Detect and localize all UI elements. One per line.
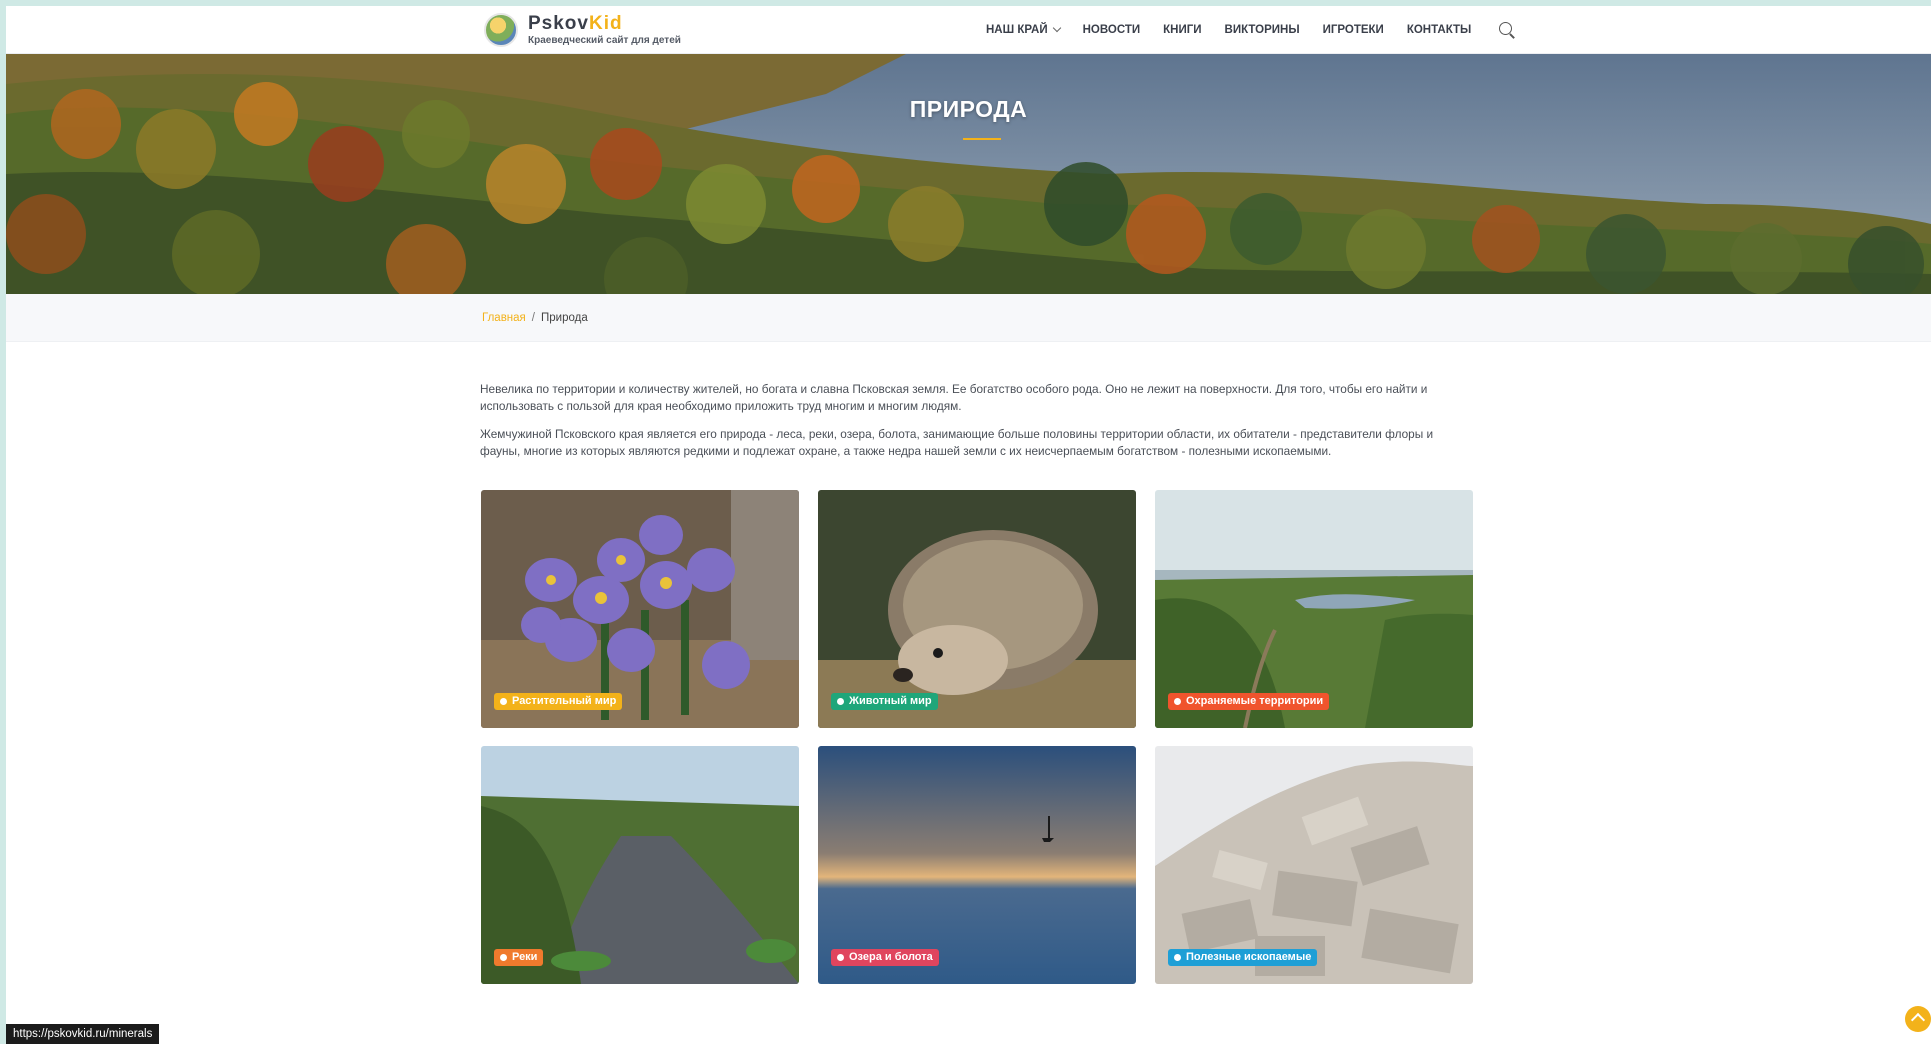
logo-name-part2: Kid <box>588 13 623 34</box>
breadcrumb-home-link[interactable]: Главная <box>482 312 526 324</box>
chevron-down-icon <box>1052 23 1061 33</box>
page: PskovKid Краеведческий сайт для детей НА… <box>6 6 1931 1044</box>
category-badge-rivers: Реки <box>494 949 544 966</box>
hero-banner: ПРИРОДА <box>6 54 1931 294</box>
intro-text: Невелика по территории и количеству жите… <box>480 381 1476 471</box>
main-nav: НАШ КРАЙ НОВОСТИ КНИГИ ВИКТОРИНЫ ИГРОТЕК… <box>986 6 1516 54</box>
category-badge-animals: Животный мир <box>831 693 938 710</box>
intro-paragraph-1: Невелика по территории и количеству жите… <box>480 382 1428 413</box>
breadcrumb-current: Природа <box>540 312 588 324</box>
nav-item-books[interactable]: КНИГИ <box>1163 24 1201 36</box>
breadcrumb-bar: Главная / Природа <box>6 294 1931 342</box>
card-protected-areas[interactable]: Охраняемые территории <box>1155 490 1473 728</box>
card-minerals[interactable]: Полезные ископаемые <box>1155 746 1473 984</box>
site-header: PskovKid Краеведческий сайт для детей НА… <box>6 6 1931 54</box>
logo-name-part1: Pskov <box>528 13 589 34</box>
title-underline <box>963 138 1001 140</box>
nav-item-contacts[interactable]: КОНТАКТЫ <box>1407 24 1471 36</box>
nav-item-games[interactable]: ИГРОТЕКИ <box>1323 24 1384 36</box>
hero-forest-image <box>6 54 1931 294</box>
status-bar-url: https://pskovkid.ru/minerals <box>6 1024 160 1044</box>
search-icon[interactable] <box>1498 21 1516 39</box>
logo-tagline: Краеведческий сайт для детей <box>528 35 681 46</box>
category-badge-protected: Охраняемые территории <box>1168 693 1330 710</box>
nav-item-nash-krai[interactable]: НАШ КРАЙ <box>986 23 1061 36</box>
category-badge-plants: Растительный мир <box>494 693 623 710</box>
card-animals[interactable]: Животный мир <box>818 490 1136 728</box>
category-badge-minerals: Полезные ископаемые <box>1168 949 1318 966</box>
logo-emblem-icon <box>484 13 518 47</box>
breadcrumb: Главная / Природа <box>482 312 588 324</box>
site-logo[interactable]: PskovKid Краеведческий сайт для детей <box>484 10 681 50</box>
breadcrumb-separator: / <box>531 312 535 324</box>
page-title: ПРИРОДА <box>909 96 1028 122</box>
category-badge-lakes: Озера и болота <box>831 949 939 966</box>
nav-item-quizzes[interactable]: ВИКТОРИНЫ <box>1225 24 1300 36</box>
intro-paragraph-2: Жемчужиной Псковского края является его … <box>480 427 1434 458</box>
nav-item-news[interactable]: НОВОСТИ <box>1083 24 1141 36</box>
card-lakes-swamps[interactable]: Озера и болота <box>818 746 1136 984</box>
card-plants[interactable]: Растительный мир <box>481 490 799 728</box>
arrow-up-icon[interactable] <box>1905 1006 1931 1032</box>
card-rivers[interactable]: Реки <box>481 746 799 984</box>
logo-name: PskovKid <box>528 14 681 33</box>
